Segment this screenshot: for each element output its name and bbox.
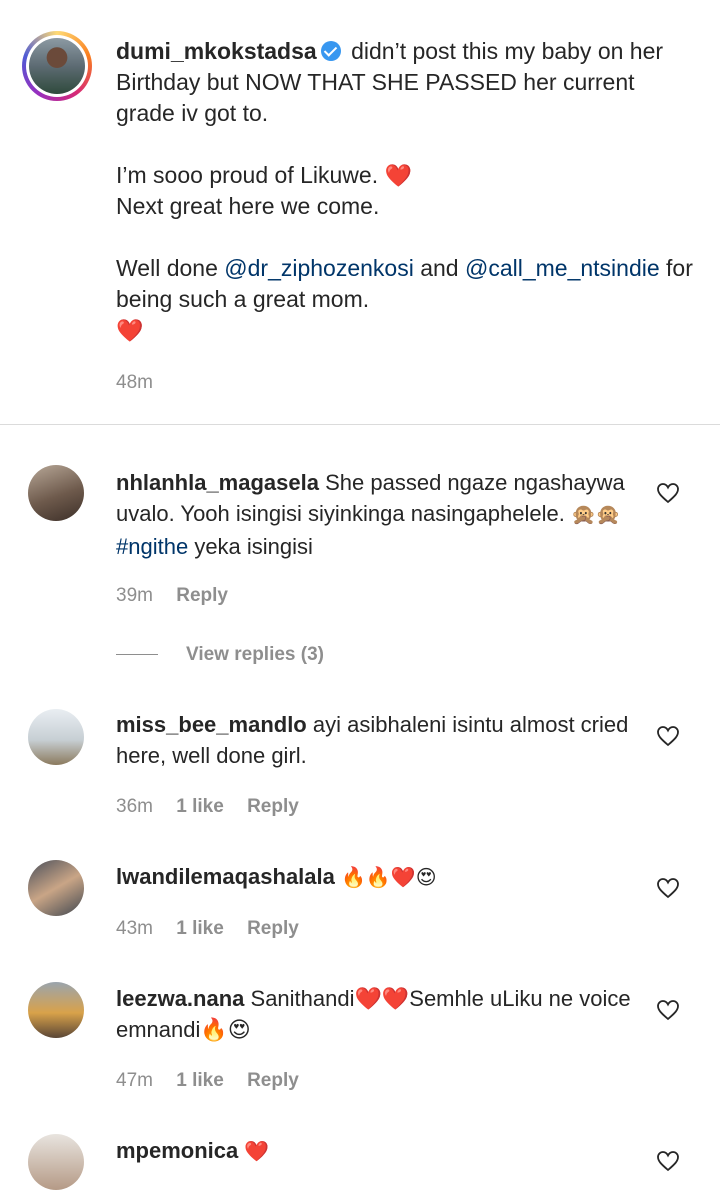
comment-username[interactable]: leezwa.nana (116, 986, 244, 1011)
comment-username[interactable]: nhlanhla_magasela (116, 470, 319, 495)
comment-text: miss_bee_mandlo ayi asibhaleni isintu al… (116, 709, 636, 771)
commenter-avatar[interactable] (28, 465, 84, 521)
author-avatar[interactable] (22, 31, 92, 101)
verified-badge-icon (320, 41, 341, 61)
comment-meta: 47m 1 like Reply (116, 1070, 317, 1092)
comment-text: lwandilemaqashalala 🔥🔥❤️😍 (116, 861, 636, 894)
caption-text: dumi_mkokstadsa didn’t post this my baby… (116, 36, 696, 377)
caption-username[interactable]: dumi_mkokstadsa (116, 38, 317, 64)
comment-timestamp: 43m (116, 918, 153, 939)
comment-text: nhlanhla_magasela She passed ngaze ngash… (116, 467, 636, 562)
monkey-emoji: 🙊🙊 (571, 504, 621, 526)
comment-timestamp: 47m (116, 1070, 153, 1091)
heart-like-icon[interactable] (656, 1150, 680, 1172)
replies-line (116, 654, 158, 656)
heart-like-icon[interactable] (656, 999, 680, 1021)
heart-emoji: ❤️ (244, 1141, 270, 1163)
comment-username[interactable]: miss_bee_mandlo (116, 712, 307, 737)
comment-timestamp: 36m (116, 796, 153, 817)
heart-like-icon[interactable] (656, 482, 680, 504)
caption-line4-mid: and (420, 255, 459, 281)
comment-text: mpemonica ❤️ (116, 1135, 636, 1168)
caption-timestamp: 48m (116, 372, 153, 393)
comment-meta: 43m 1 like Reply (116, 918, 317, 940)
comment-username[interactable]: mpemonica (116, 1138, 238, 1163)
caption-line4-prefix: Well done (116, 255, 218, 281)
divider (0, 424, 720, 425)
view-replies-button[interactable]: View replies (3) (116, 644, 324, 666)
post-caption: dumi_mkokstadsa didn’t post this my baby… (0, 0, 720, 424)
commenter-avatar[interactable] (28, 982, 84, 1038)
heart-emoji: ❤️ (384, 163, 412, 188)
caption-line3: Next great here we come. (116, 193, 380, 219)
reply-button[interactable]: Reply (247, 796, 299, 817)
heart-emoji: ❤️ (116, 318, 144, 343)
comment-text: leezwa.nana Sanithandi❤️❤️Semhle uLiku n… (116, 983, 636, 1045)
hashtag-link[interactable]: #ngithe (116, 534, 188, 559)
comment-body-end: yeka isingisi (194, 534, 313, 559)
comment-username[interactable]: lwandilemaqashalala (116, 864, 335, 889)
caption-line2: I’m sooo proud of Likuwe. (116, 162, 379, 188)
heart-like-icon[interactable] (656, 725, 680, 747)
commenter-avatar[interactable] (28, 1134, 84, 1190)
commenter-avatar[interactable] (28, 709, 84, 765)
mention-call-me-ntsindie[interactable]: @call_me_ntsindie (465, 255, 660, 281)
comment-timestamp: 39m (116, 585, 153, 606)
likes-count[interactable]: 1 like (176, 1070, 224, 1091)
comment-meta: 39m Reply (116, 585, 246, 607)
fire-heart-emoji: 🔥🔥❤️😍 (341, 867, 437, 889)
mention-dr-ziphozenkosi[interactable]: @dr_ziphozenkosi (224, 255, 414, 281)
commenter-avatar[interactable] (28, 860, 84, 916)
view-replies-label: View replies (3) (186, 644, 324, 665)
reply-button[interactable]: Reply (247, 918, 299, 939)
likes-count[interactable]: 1 like (176, 918, 224, 939)
comment-meta: 36m 1 like Reply (116, 796, 317, 818)
likes-count[interactable]: 1 like (176, 796, 224, 817)
reply-button[interactable]: Reply (176, 585, 228, 606)
heart-like-icon[interactable] (656, 877, 680, 899)
reply-button[interactable]: Reply (247, 1070, 299, 1091)
